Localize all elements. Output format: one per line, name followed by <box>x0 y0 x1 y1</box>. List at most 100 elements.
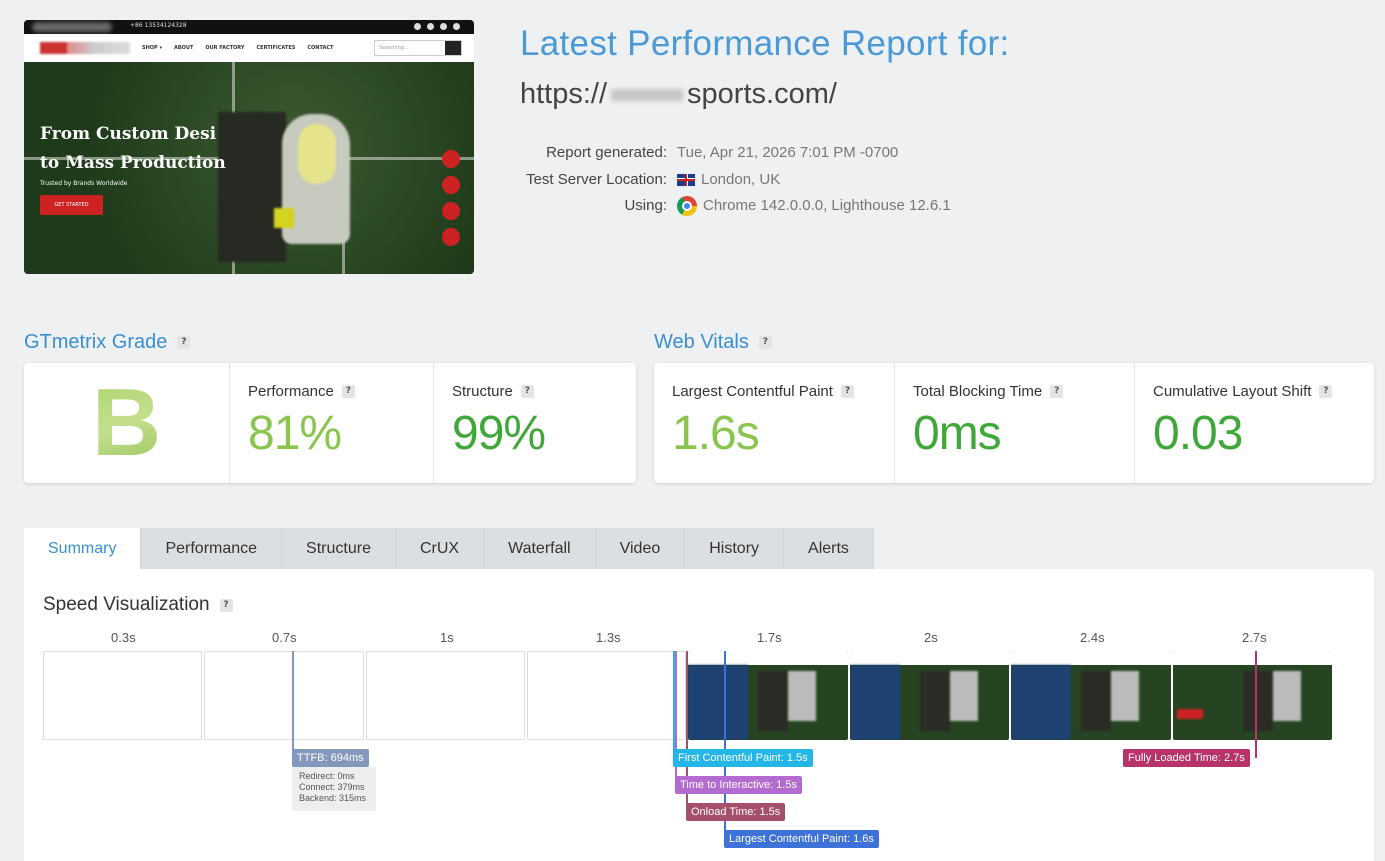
performance-value: 81% <box>248 407 342 460</box>
speed-heading: Speed Visualization? <box>43 594 233 616</box>
ttfb-line <box>292 651 294 750</box>
help-icon[interactable]: ? <box>840 385 854 398</box>
grade-letter: B <box>24 363 229 483</box>
fully-line <box>1255 651 1257 758</box>
report-url[interactable]: https://sports.com/ <box>520 78 837 111</box>
ttfb-breakdown: Redirect: 0ms Connect: 379ms Backend: 31… <box>292 767 376 811</box>
filmstrip-frame[interactable] <box>43 651 202 740</box>
filmstrip-frame[interactable] <box>204 651 364 740</box>
menu-contact: CONTACT <box>307 45 334 51</box>
cls-cell: Cumulative Layout Shift? 0.03 <box>1134 363 1374 483</box>
lcp-cell: Largest Contentful Paint? 1.6s <box>654 363 894 483</box>
using-label: Using: <box>624 197 667 214</box>
help-icon[interactable]: ? <box>177 336 191 349</box>
using-value: Chrome 142.0.0.0, Lighthouse 12.6.1 <box>703 197 951 214</box>
report-meta: Report generated: Tue, Apr 21, 2026 7:01… <box>520 144 951 224</box>
facebook-icon <box>414 23 421 30</box>
filmstrip-frame[interactable] <box>366 651 525 740</box>
server-label: Test Server Location: <box>526 170 667 188</box>
tbt-label: Total Blocking Time <box>913 383 1043 400</box>
social-icons <box>414 23 460 30</box>
fully-loaded-marker[interactable]: Fully Loaded Time: 2.7s <box>1123 749 1250 767</box>
help-icon[interactable]: ? <box>520 385 534 398</box>
grade-card: B Performance? 81% Structure? 99% <box>24 363 636 483</box>
tab-history[interactable]: History <box>685 528 785 569</box>
screenshot-nav: SHOP ▾ ABOUT OUR FACTORY CERTIFICATES CO… <box>24 34 474 62</box>
linkedin-icon <box>453 23 460 30</box>
lcp-marker[interactable]: Largest Contentful Paint: 1.6s <box>724 830 879 848</box>
screenshot-hero: From Custom Desi to Mass Production Trust… <box>24 62 474 274</box>
fcp-marker[interactable]: First Contentful Paint: 1.5s <box>673 749 813 767</box>
server-value: London, UK <box>701 170 781 188</box>
tick-label: 0.7s <box>272 630 297 645</box>
lcp-label: Largest Contentful Paint <box>672 383 833 400</box>
uk-flag-icon <box>677 173 695 186</box>
tick-label: 0.3s <box>111 630 136 645</box>
tick-label: 2.7s <box>1242 630 1267 645</box>
filmstrip-frame[interactable] <box>688 651 848 740</box>
generated-label: Report generated: <box>546 144 667 161</box>
mail-icon <box>442 150 460 168</box>
search-icon <box>445 41 461 55</box>
screenshot-cta: GET STARTED <box>40 195 103 215</box>
report-title: Latest Performance Report for: <box>520 24 1010 63</box>
tab-video[interactable]: Video <box>595 528 686 569</box>
structure-value: 99% <box>452 407 546 460</box>
screenshot-topbar: +86 13534124328 <box>24 20 474 34</box>
tick-label: 1s <box>440 630 454 645</box>
document-icon <box>442 202 460 220</box>
report-tabs: Summary Performance Structure CrUX Water… <box>24 528 874 569</box>
tti-marker[interactable]: Time to Interactive: 1.5s <box>675 776 802 794</box>
filmstrip-frame[interactable] <box>527 651 686 740</box>
grade-heading: GTmetrix Grade? <box>24 331 191 354</box>
whatsapp-icon <box>442 176 460 194</box>
structure-cell: Structure? 99% <box>433 363 636 483</box>
cls-label: Cumulative Layout Shift <box>1153 383 1312 400</box>
filmstrip-frame[interactable] <box>1011 651 1171 740</box>
help-icon[interactable]: ? <box>758 336 772 349</box>
chrome-icon <box>677 196 697 216</box>
tbt-value: 0ms <box>913 407 1002 460</box>
tab-structure[interactable]: Structure <box>282 528 396 569</box>
menu-factory: OUR FACTORY <box>205 45 245 51</box>
tick-label: 2.4s <box>1080 630 1105 645</box>
filmstrip-frame[interactable] <box>850 651 1009 740</box>
structure-label: Structure <box>452 383 513 400</box>
menu-shop: SHOP ▾ <box>142 45 162 51</box>
tab-performance[interactable]: Performance <box>141 528 283 569</box>
blurred-logo <box>40 42 130 54</box>
cls-value: 0.03 <box>1153 407 1243 460</box>
help-icon[interactable]: ? <box>1050 385 1064 398</box>
tick-label: 2s <box>924 630 938 645</box>
tab-summary[interactable]: Summary <box>24 528 142 569</box>
tab-alerts[interactable]: Alerts <box>784 528 874 569</box>
lcp-value: 1.6s <box>672 407 760 460</box>
menu-certificates: CERTIFICATES <box>256 45 296 51</box>
help-icon[interactable]: ? <box>1319 385 1333 398</box>
blurred-email <box>32 22 112 32</box>
site-screenshot: +86 13534124328 SHOP ▾ ABOUT OUR FACTORY… <box>24 20 474 274</box>
vitals-card: Largest Contentful Paint? 1.6s Total Blo… <box>654 363 1374 483</box>
blurred-domain <box>611 89 684 102</box>
performance-cell: Performance? 81% <box>229 363 433 483</box>
tab-crux[interactable]: CrUX <box>395 528 485 569</box>
vitals-heading: Web Vitals? <box>654 331 772 354</box>
help-icon[interactable]: ? <box>341 385 355 398</box>
filmstrip-frame[interactable] <box>1173 651 1332 740</box>
arrow-up-icon <box>442 228 460 246</box>
tbt-cell: Total Blocking Time? 0ms <box>894 363 1134 483</box>
tab-waterfall[interactable]: Waterfall <box>484 528 596 569</box>
youtube-icon <box>440 23 447 30</box>
ttfb-marker[interactable]: TTFB: 694ms <box>292 749 369 767</box>
screenshot-phone: +86 13534124328 <box>130 22 187 29</box>
screenshot-search: Searching... <box>374 40 462 56</box>
screenshot-menu: SHOP ▾ ABOUT OUR FACTORY CERTIFICATES CO… <box>142 45 333 51</box>
onload-marker[interactable]: Onload Time: 1.5s <box>686 803 786 821</box>
tick-label: 1.3s <box>596 630 621 645</box>
screenshot-tagline: Trusted by Brands Worldwide <box>40 180 128 187</box>
generated-value: Tue, Apr 21, 2026 7:01 PM -0700 <box>677 144 899 161</box>
screenshot-headline: From Custom Desi to Mass Production <box>40 124 226 173</box>
tick-label: 1.7s <box>757 630 782 645</box>
menu-about: ABOUT <box>173 45 194 51</box>
help-icon[interactable]: ? <box>219 598 233 612</box>
